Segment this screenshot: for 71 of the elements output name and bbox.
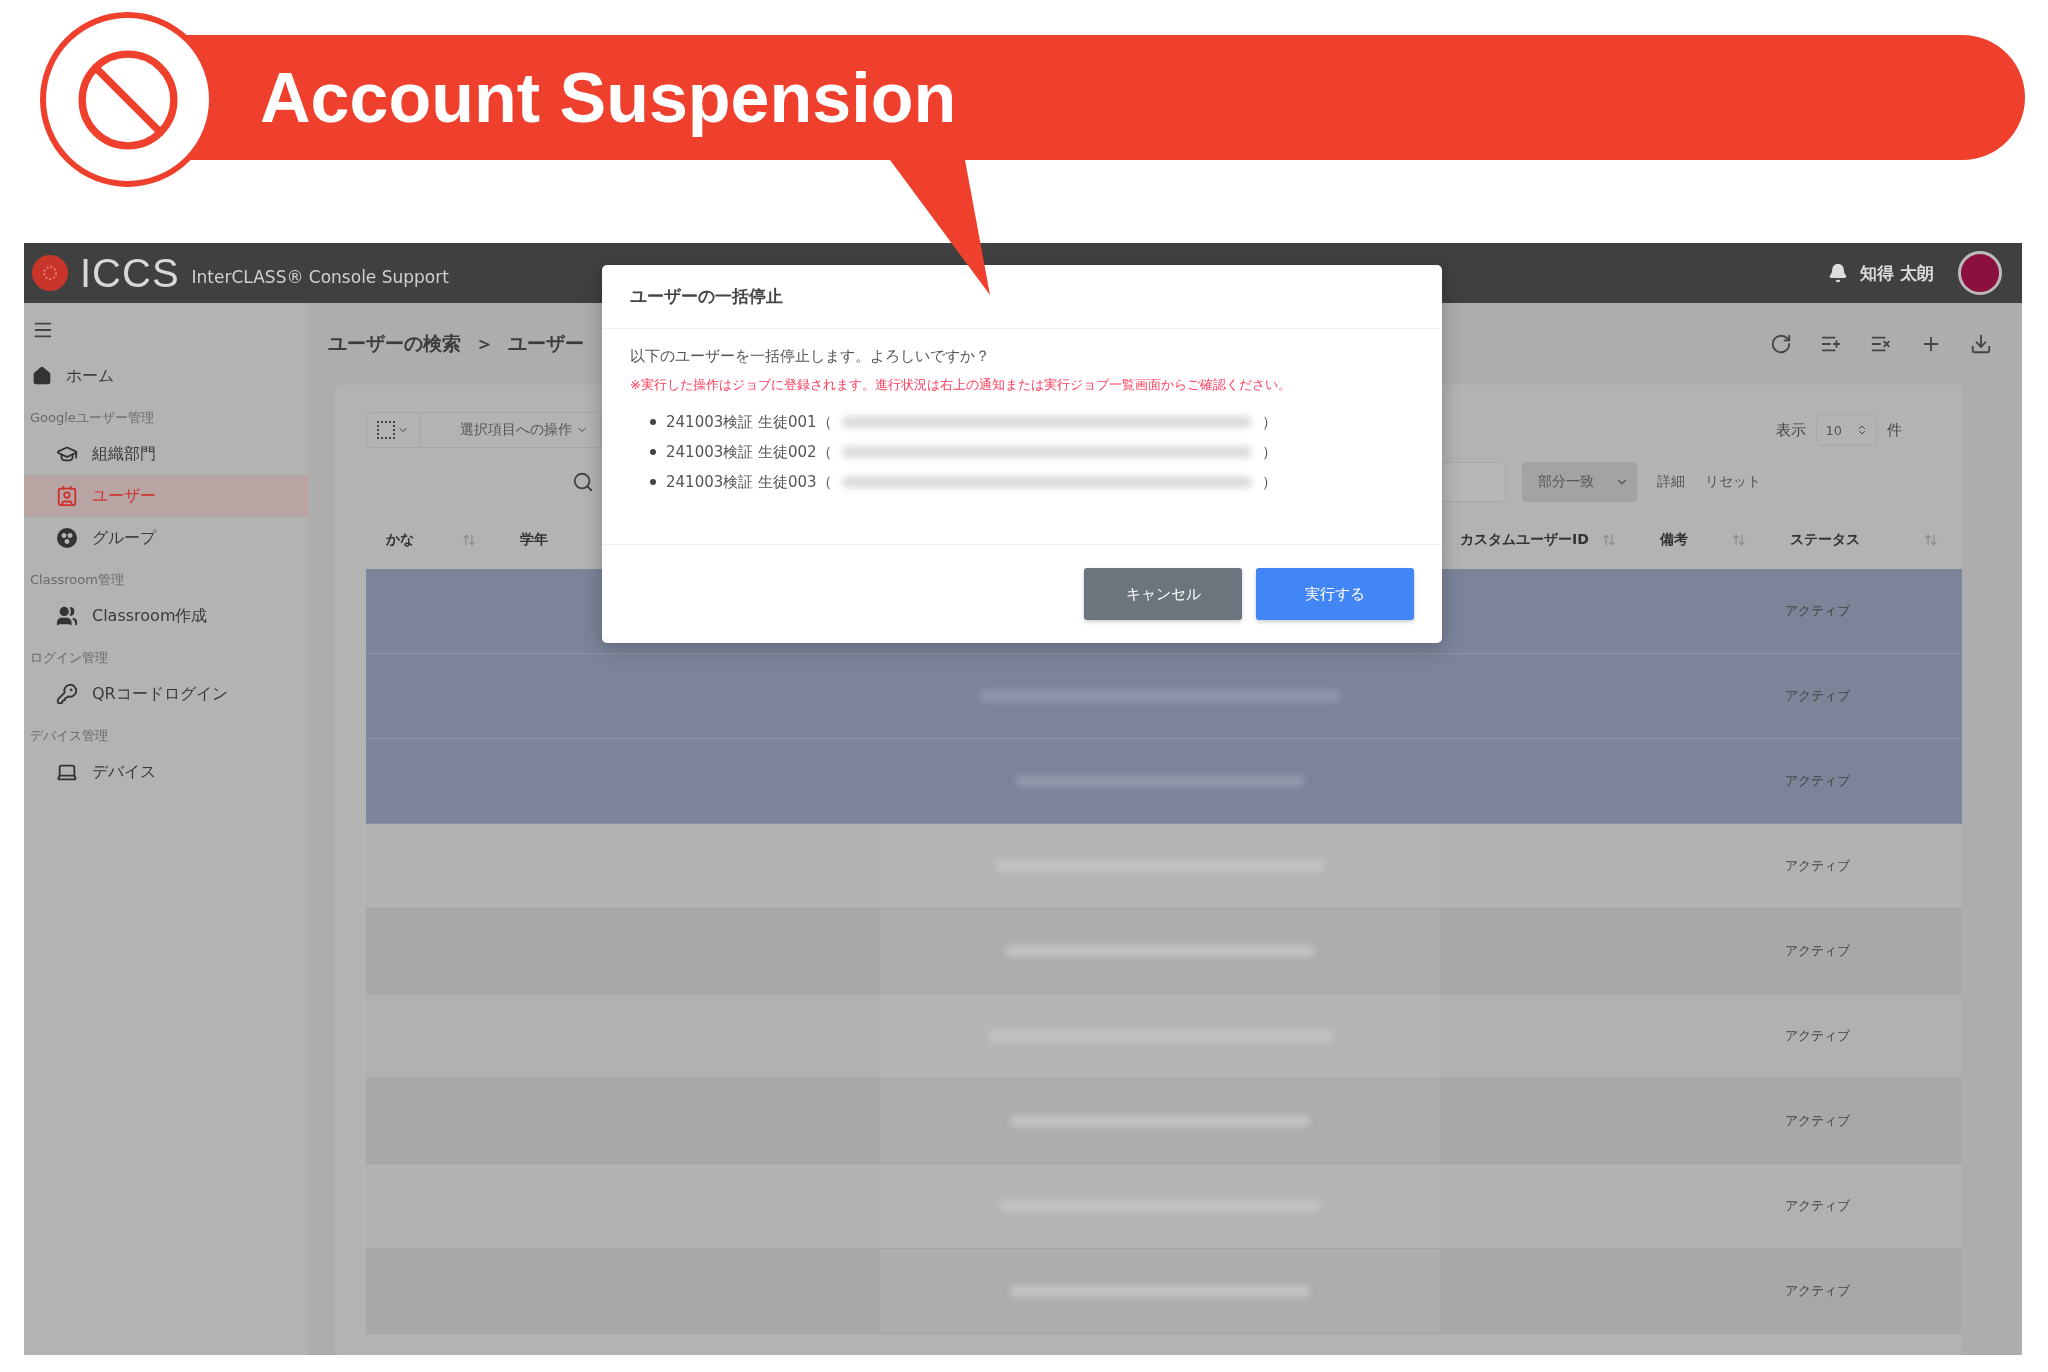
status-cell-text: アクティブ	[1784, 602, 1851, 620]
breadcrumb-item: ＞	[475, 331, 494, 356]
sidebar-section-title: ログイン管理	[29, 649, 109, 667]
sidebar-item[interactable]: グループ	[24, 517, 308, 559]
status-cell-text: アクティブ	[1784, 857, 1851, 875]
status-cell-text: アクティブ	[1784, 1027, 1851, 1045]
user-name: 知得 太朗	[1860, 261, 1934, 285]
column-header[interactable]: 学年	[520, 531, 548, 549]
user-name-text: 241003検証 生徒002（	[666, 442, 832, 462]
filter-link[interactable]: リセット	[1705, 473, 1761, 491]
status-cell-text: アクティブ	[1784, 772, 1851, 790]
avatar[interactable]	[1958, 251, 2002, 295]
bullet-icon	[650, 449, 656, 455]
people-icon	[56, 605, 78, 627]
table-row[interactable]: アクティブ	[366, 1249, 1962, 1334]
sidebar-item[interactable]: QRコードログイン	[24, 673, 308, 715]
filter-link[interactable]: 詳細	[1657, 473, 1685, 491]
closing-paren: ）	[1261, 412, 1277, 432]
bullet-icon	[650, 479, 656, 485]
bullet-icon	[650, 419, 656, 425]
table-row[interactable]: アクティブ	[366, 1164, 1962, 1249]
banner-title: Account Suspension	[260, 57, 957, 138]
confirm-button[interactable]: 実行する	[1256, 568, 1414, 620]
cancel-button[interactable]: キャンセル	[1084, 568, 1242, 620]
table-row[interactable]: アクティブ	[366, 1079, 1962, 1164]
key-icon	[56, 683, 78, 705]
user-badge-icon	[56, 485, 78, 507]
stepper-icon	[1856, 424, 1868, 436]
sidebar-section-title: デバイス管理	[29, 727, 109, 745]
warning-note: ※実行した操作はジョブに登録されます。進行状況は右上の通知または実行ジョブ一覧画面からご確認ください。	[630, 376, 1292, 394]
closing-paren: ）	[1261, 472, 1277, 492]
select-toggle[interactable]	[366, 412, 420, 448]
status-cell-text: アクティブ	[1784, 1112, 1851, 1130]
product-name: InterCLASS® Console Support	[191, 267, 449, 287]
bell-icon[interactable]	[1828, 263, 1849, 283]
table-row[interactable]: アクティブ	[366, 739, 1962, 824]
sidebar-section-title: Classroom管理	[29, 571, 125, 589]
table-row[interactable]: アクティブ	[366, 654, 1962, 739]
breadcrumb-item: ユーザー	[508, 331, 584, 356]
closing-paren: ）	[1261, 442, 1277, 462]
status-cell-text: アクティブ	[1784, 942, 1851, 960]
bulk-action-dropdown[interactable]: 選択項目への操作	[420, 412, 601, 448]
page-size-label: 表示	[1776, 420, 1807, 440]
home-icon	[32, 366, 52, 386]
column-header[interactable]: 備考	[1660, 531, 1688, 549]
logo-icon	[32, 255, 68, 291]
column-header[interactable]: ステータス	[1790, 531, 1860, 549]
column-header[interactable]: かな	[386, 531, 414, 549]
breadcrumb-item[interactable]: ユーザーの検索	[328, 331, 461, 357]
table-row[interactable]: アクティブ	[366, 824, 1962, 909]
column-header[interactable]: カスタムユーザーID	[1460, 531, 1589, 549]
table-row[interactable]: アクティブ	[366, 909, 1962, 994]
refresh-icon[interactable]	[1770, 333, 1792, 355]
sidebar-item[interactable]: デバイス	[24, 751, 308, 793]
download-icon[interactable]	[1970, 333, 1992, 355]
dialog-message: 以下のユーザーを一括停止します。よろしいですか？	[630, 347, 991, 366]
search-icon	[572, 471, 594, 493]
dialog-title: ユーザーの一括停止	[630, 285, 783, 308]
page-size-select[interactable]: 10	[1816, 414, 1877, 446]
user-name-text: 241003検証 生徒003（	[666, 472, 832, 492]
status-cell-text: アクティブ	[1784, 1282, 1851, 1300]
match-select[interactable]: 部分一致	[1522, 462, 1637, 502]
user-name-text: 241003検証 生徒001（	[666, 412, 832, 432]
status-cell-text: アクティブ	[1784, 1197, 1851, 1215]
table-row[interactable]: アクティブ	[366, 994, 1962, 1079]
sidebar-item[interactable]: Classroom作成	[24, 595, 308, 637]
sidebar-item[interactable]: ホーム	[24, 355, 308, 397]
status-cell-text: アクティブ	[1784, 687, 1851, 705]
page-size-unit: 件	[1887, 420, 1902, 440]
sidebar-item[interactable]: 組織部門	[24, 433, 308, 475]
app-logo: ICCS	[80, 250, 180, 296]
